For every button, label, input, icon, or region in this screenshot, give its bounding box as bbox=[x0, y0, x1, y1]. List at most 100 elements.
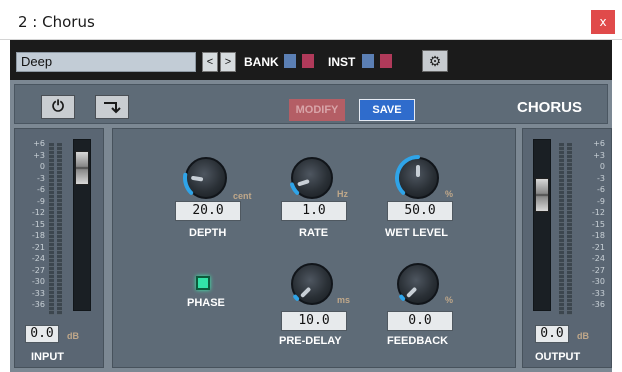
title-bar: 2 : Chorus x bbox=[0, 0, 622, 40]
scale-tick: -6 bbox=[597, 185, 605, 194]
scale-tick: 0 bbox=[39, 162, 45, 171]
input-fader-track[interactable] bbox=[73, 139, 91, 311]
input-meter-left bbox=[49, 143, 54, 315]
window-title: 2 : Chorus bbox=[18, 13, 95, 31]
knob-arc bbox=[293, 294, 300, 301]
output-gain-value[interactable]: 0.0 bbox=[535, 325, 569, 343]
scale-tick: -21 bbox=[31, 242, 45, 252]
feedback-value[interactable]: 0.0 bbox=[387, 311, 453, 331]
scale-tick: -30 bbox=[591, 277, 605, 286]
gear-icon: ⚙ bbox=[428, 53, 442, 69]
bank-slot-1[interactable] bbox=[284, 54, 296, 68]
depth-value[interactable]: 20.0 bbox=[175, 201, 241, 221]
scale-tick: -15 bbox=[591, 219, 605, 229]
plugin-panel: ⏻ MODIFY SAVE CHORUS +6 +3 0 -3 -6 -9 -12 -15 -1… bbox=[10, 80, 612, 372]
modify-button[interactable]: MODIFY bbox=[289, 99, 345, 121]
input-meter-right bbox=[57, 143, 62, 315]
rate-knob[interactable] bbox=[290, 157, 333, 199]
scale-tick: -12 bbox=[31, 208, 45, 217]
scale-tick: +6 bbox=[33, 139, 45, 148]
output-fader-handle[interactable] bbox=[535, 178, 549, 212]
preset-toolbar: Deep < > BANK INST ⚙ bbox=[10, 40, 612, 80]
scale-tick: -9 bbox=[597, 196, 605, 206]
wet-level-value[interactable]: 50.0 bbox=[387, 201, 453, 221]
preset-next-button[interactable]: > bbox=[220, 52, 236, 72]
knob-arc bbox=[395, 155, 420, 195]
output-meter-right bbox=[567, 143, 572, 315]
knob-arc bbox=[399, 294, 406, 301]
input-gain-value[interactable]: 0.0 bbox=[25, 325, 59, 343]
input-scale: +6 +3 0 -3 -6 -9 -12 -15 -18 -21 -24 -27 -30 -33 -36 bbox=[15, 139, 45, 312]
scale-tick: -24 bbox=[591, 254, 605, 263]
input-unit: dB bbox=[67, 331, 79, 341]
input-label: INPUT bbox=[31, 351, 64, 363]
phase-toggle[interactable] bbox=[196, 276, 210, 290]
scale-tick: -12 bbox=[591, 208, 605, 217]
scale-tick: +3 bbox=[33, 150, 45, 160]
inst-slot-1[interactable] bbox=[362, 54, 374, 68]
inst-slot-2[interactable] bbox=[380, 54, 392, 68]
preset-prev-button[interactable]: < bbox=[202, 52, 218, 72]
pre-delay-knob[interactable] bbox=[291, 263, 333, 305]
output-meter-left bbox=[559, 143, 564, 315]
feedback-knob[interactable] bbox=[397, 263, 439, 305]
route-arrow-icon bbox=[104, 102, 121, 114]
plugin-name: CHORUS bbox=[517, 99, 583, 116]
pre-delay-value[interactable]: 10.0 bbox=[281, 311, 347, 331]
scale-tick: 0 bbox=[599, 162, 605, 171]
scale-tick: -3 bbox=[37, 173, 45, 183]
output-fader-track[interactable] bbox=[533, 139, 551, 311]
settings-button[interactable]: ⚙ bbox=[422, 50, 448, 72]
pre-delay-unit: ms bbox=[337, 295, 351, 305]
bypass-button[interactable] bbox=[95, 95, 129, 119]
power-icon: ⏻ bbox=[52, 98, 64, 115]
scale-tick: -6 bbox=[37, 185, 45, 194]
feedback-unit: % bbox=[445, 295, 454, 305]
close-button[interactable]: x bbox=[591, 10, 615, 34]
output-scale: +6 +3 0 -3 -6 -9 -12 -15 -18 -21 -24 -27 -30 -33 -36 bbox=[575, 139, 605, 312]
wet-level-label: WET LEVEL bbox=[385, 227, 448, 239]
power-button[interactable]: ⏻ bbox=[41, 95, 75, 119]
scale-tick: -18 bbox=[591, 231, 605, 240]
scale-tick: -27 bbox=[31, 265, 45, 275]
scale-tick: +3 bbox=[593, 150, 605, 160]
rate-unit: Hz bbox=[337, 189, 348, 199]
pre-delay-label: PRE-DELAY bbox=[279, 335, 342, 347]
depth-knob[interactable] bbox=[183, 157, 227, 199]
controls-area: cent 20.0 DEPTH Hz 1.0 RATE % 50.0 WET L… bbox=[112, 128, 516, 368]
wet-level-unit: % bbox=[445, 189, 454, 199]
plugin-header: ⏻ MODIFY SAVE CHORUS bbox=[14, 84, 608, 124]
bank-label: BANK bbox=[244, 55, 279, 69]
scale-tick: -33 bbox=[591, 288, 605, 298]
knob-pointer bbox=[416, 165, 420, 177]
input-fader-handle[interactable] bbox=[75, 151, 89, 185]
scale-tick: -36 bbox=[31, 300, 45, 309]
rate-value[interactable]: 1.0 bbox=[281, 201, 347, 221]
phase-label: PHASE bbox=[187, 297, 225, 309]
scale-tick: -30 bbox=[31, 277, 45, 286]
input-section: +6 +3 0 -3 -6 -9 -12 -15 -18 -21 -24 -27 -30 -33 -36 0… bbox=[14, 128, 104, 368]
knob-arc bbox=[290, 182, 300, 195]
wet-level-knob[interactable] bbox=[395, 155, 439, 199]
inst-label: INST bbox=[328, 55, 356, 69]
scale-tick: -21 bbox=[591, 242, 605, 252]
output-section: +6 +3 0 -3 -6 -9 -12 -15 -18 -21 -24 -27 -30 -33 -36 0… bbox=[522, 128, 612, 368]
depth-unit: cent bbox=[233, 191, 252, 201]
scale-tick: -24 bbox=[31, 254, 45, 263]
save-button[interactable]: SAVE bbox=[359, 99, 415, 121]
feedback-label: FEEDBACK bbox=[387, 335, 449, 347]
preset-field[interactable]: Deep bbox=[16, 52, 196, 72]
scale-tick: -33 bbox=[31, 288, 45, 298]
rate-label: RATE bbox=[299, 227, 329, 239]
knob-arc bbox=[183, 172, 194, 195]
scale-tick: -36 bbox=[591, 300, 605, 309]
scale-tick: -9 bbox=[37, 196, 45, 206]
scale-tick: -18 bbox=[31, 231, 45, 240]
output-label: OUTPUT bbox=[535, 351, 581, 363]
scale-tick: -27 bbox=[591, 265, 605, 275]
bank-slot-2[interactable] bbox=[302, 54, 314, 68]
depth-label: DEPTH bbox=[189, 227, 227, 239]
scale-tick: +6 bbox=[593, 139, 605, 148]
scale-tick: -15 bbox=[31, 219, 45, 229]
output-unit: dB bbox=[577, 331, 589, 341]
